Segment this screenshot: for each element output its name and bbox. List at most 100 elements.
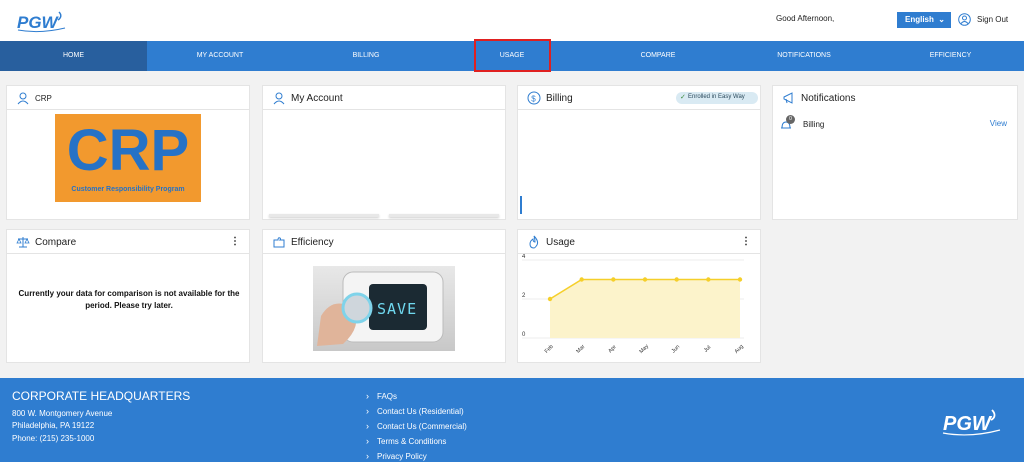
easy-way-label: Enrolled in Easy Way — [688, 94, 745, 100]
chevron-down-icon: ⌄ — [938, 15, 945, 24]
my-account-card: My Account — [262, 85, 506, 220]
notifications-card: Notifications 0 Billing View — [772, 85, 1018, 220]
nav-compare[interactable]: COMPARE — [585, 41, 731, 71]
more-options-icon[interactable]: ⋮ — [741, 236, 751, 247]
greeting-text: Good Afternoon, — [776, 14, 835, 23]
compare-card: Compare ⋮ Currently your data for compar… — [6, 229, 250, 363]
footer: CORPORATE HEADQUARTERS 800 W. Montgomery… — [0, 378, 1024, 462]
efficiency-card: Efficiency SAVE — [262, 229, 506, 363]
footer-link-label: Contact Us (Residential) — [377, 407, 464, 416]
x-tick-label: Feb — [544, 344, 555, 355]
footer-link-terms[interactable]: › Terms & Conditions — [366, 436, 446, 446]
usage-point — [642, 277, 648, 282]
footer-link-faqs[interactable]: › FAQs — [366, 391, 397, 401]
sign-out-link[interactable]: Sign Out — [977, 15, 1008, 24]
footer-link-contact-residential[interactable]: › Contact Us (Residential) — [366, 406, 464, 416]
hq-address-line1: 800 W. Montgomery Avenue — [12, 409, 113, 418]
my-account-card-header: My Account — [263, 86, 505, 110]
compare-card-title: Compare — [35, 237, 77, 248]
scale-icon — [16, 237, 30, 248]
footer-link-label: FAQs — [377, 392, 398, 401]
nav-home[interactable]: HOME — [0, 41, 147, 71]
billing-indicator — [520, 196, 522, 214]
notification-count-badge: 0 — [786, 115, 795, 124]
svg-text:PGW: PGW — [17, 13, 60, 32]
efficiency-card-title: Efficiency — [291, 237, 334, 248]
hq-address-line2: Philadelphia, PA 19122 — [12, 421, 95, 430]
hq-title: CORPORATE HEADQUARTERS — [12, 389, 191, 403]
usage-area — [550, 279, 740, 338]
y-tick-label: 2 — [522, 293, 526, 299]
notifications-card-header: Notifications — [773, 86, 1017, 110]
chevron-right-icon: › — [366, 451, 369, 461]
y-tick-label: 4 — [522, 254, 526, 260]
billing-card-header: $ Billing ✓ Enrolled in Easy Way — [518, 86, 760, 110]
puzzle-icon — [273, 237, 285, 248]
footer-link-label: Privacy Policy — [377, 452, 427, 461]
footer-link-label: Terms & Conditions — [377, 437, 447, 446]
usage-card-title: Usage — [546, 237, 575, 248]
svg-text:PGW: PGW — [943, 413, 993, 435]
pgw-logo[interactable]: PGW — [15, 8, 67, 34]
nav-notifications[interactable]: NOTIFICATIONS — [731, 41, 877, 71]
language-label: English — [905, 15, 934, 24]
chevron-right-icon: › — [366, 436, 369, 446]
easy-way-badge: ✓ Enrolled in Easy Way — [676, 92, 758, 104]
x-tick-label: Jun — [671, 344, 682, 355]
user-icon — [273, 92, 285, 105]
x-tick-label: Apr — [607, 344, 617, 354]
crp-card: CRP CRP Customer Responsibility Program — [6, 85, 250, 220]
notification-view-link[interactable]: View — [990, 119, 1007, 128]
usage-card-header: Usage ⋮ — [518, 230, 760, 254]
x-tick-label: Mar — [575, 344, 586, 355]
crp-banner-subtitle: Customer Responsibility Program — [71, 186, 185, 193]
hq-phone: Phone: (215) 235-1000 — [12, 434, 95, 443]
nav-billing[interactable]: BILLING — [293, 41, 439, 71]
person-icon — [17, 92, 29, 105]
nav-my-account[interactable]: MY ACCOUNT — [147, 41, 293, 71]
user-icon[interactable] — [958, 13, 971, 26]
footer-link-privacy[interactable]: › Privacy Policy — [366, 451, 427, 461]
check-icon: ✓ — [680, 94, 686, 101]
footer-link-contact-commercial[interactable]: › Contact Us (Commercial) — [366, 421, 467, 431]
usage-highlight-box — [474, 39, 551, 72]
usage-chart: 4 2 0 Feb Mar Apr May Jun Jul Aug — [522, 254, 745, 355]
thermostat-image: SAVE — [313, 266, 455, 351]
compare-message: Currently your data for comparison is no… — [18, 289, 240, 310]
usage-point — [737, 277, 743, 282]
megaphone-icon — [783, 92, 793, 104]
more-options-icon[interactable]: ⋮ — [230, 236, 240, 247]
my-account-card-title: My Account — [291, 93, 343, 104]
chevron-right-icon: › — [366, 406, 369, 416]
usage-card: Usage ⋮ 4 2 0 Feb Mar Apr May Jun Jul Aug — [517, 229, 761, 363]
header: PGW Good Afternoon, English ⌄ Sign Out — [0, 0, 1024, 41]
billing-card-title: Billing — [546, 93, 573, 104]
nav-efficiency[interactable]: EFFICIENCY — [877, 41, 1024, 71]
compare-card-header: Compare ⋮ — [7, 230, 249, 254]
footer-link-label: Contact Us (Commercial) — [377, 422, 467, 431]
account-placeholder-line — [389, 214, 499, 217]
flame-icon — [529, 235, 539, 249]
pgw-logo[interactable]: PGW — [940, 406, 1002, 438]
usage-point — [547, 296, 553, 302]
crp-card-header: CRP — [7, 86, 249, 110]
crp-card-title: CRP — [35, 94, 52, 103]
account-placeholder-line — [269, 214, 379, 217]
crp-banner-title: CRP — [66, 118, 190, 183]
billing-card: $ Billing ✓ Enrolled in Easy Way — [517, 85, 761, 220]
usage-point — [706, 277, 711, 282]
usage-point — [579, 277, 584, 282]
crp-banner[interactable]: CRP Customer Responsibility Program — [55, 114, 201, 202]
svg-text:$: $ — [531, 94, 536, 103]
x-tick-label: May — [638, 343, 650, 355]
efficiency-card-header: Efficiency — [263, 230, 505, 254]
notification-billing-label: Billing — [803, 120, 825, 129]
x-tick-label: Aug — [734, 344, 745, 355]
usage-point — [611, 277, 616, 282]
language-select[interactable]: English ⌄ — [897, 12, 951, 28]
dollar-icon: $ — [527, 91, 541, 105]
chevron-right-icon: › — [366, 421, 369, 431]
thermostat-display-text: SAVE — [377, 300, 418, 318]
x-tick-label: Jul — [703, 345, 712, 354]
chevron-right-icon: › — [366, 391, 369, 401]
